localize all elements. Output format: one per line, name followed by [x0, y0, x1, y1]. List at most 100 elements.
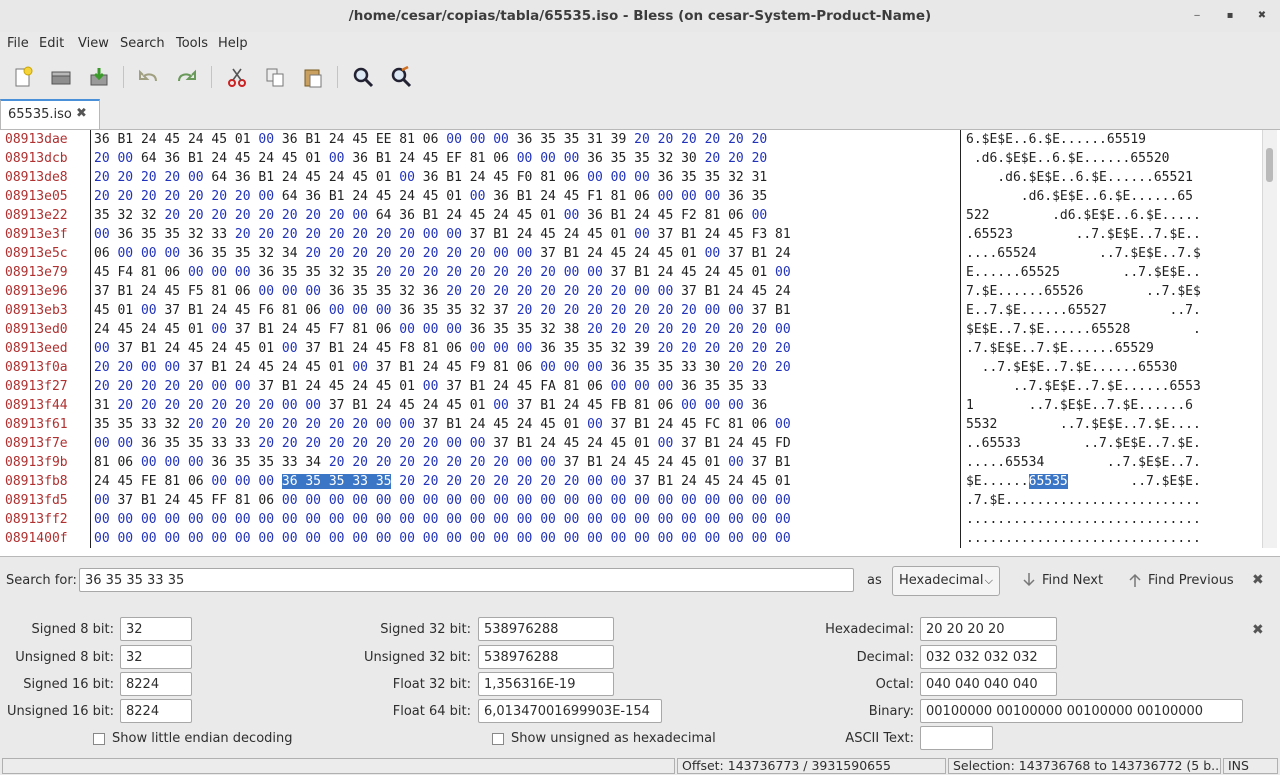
hex-byte[interactable]: FC — [705, 417, 721, 432]
hex-byte[interactable]: B1 — [141, 493, 157, 508]
hex-byte[interactable]: 00 — [775, 417, 791, 432]
hex-byte[interactable]: 20 — [188, 189, 204, 204]
hex-byte[interactable]: 00 — [705, 531, 721, 546]
hex-byte[interactable]: 00 — [705, 189, 721, 204]
float32-field[interactable] — [478, 672, 614, 696]
hex-byte[interactable]: 20 — [188, 208, 204, 223]
hex-byte[interactable]: EF — [446, 151, 462, 166]
hex-byte[interactable]: 00 — [658, 493, 674, 508]
hex-byte[interactable]: 00 — [258, 531, 274, 546]
hex-byte[interactable]: B1 — [634, 265, 650, 280]
hex-byte[interactable]: 06 — [117, 455, 133, 470]
hex-byte[interactable]: 20 — [94, 379, 110, 394]
hex-byte[interactable]: 36 — [281, 474, 298, 489]
hex-row[interactable]: 00 36 35 35 32 33 20 20 20 20 20 20 20 2… — [94, 225, 791, 244]
hex-byte[interactable]: 06 — [517, 360, 533, 375]
hex-byte[interactable]: 00 — [587, 170, 603, 185]
hex-byte[interactable]: 24 — [235, 360, 251, 375]
hex-byte[interactable]: 00 — [658, 284, 674, 299]
hex-byte[interactable]: 24 — [352, 189, 368, 204]
hex-byte[interactable]: 00 — [728, 512, 744, 527]
hex-byte[interactable]: 36 — [188, 246, 204, 261]
hex-byte[interactable]: 24 — [211, 151, 227, 166]
hex-byte[interactable]: 20 — [329, 227, 345, 242]
hex-byte[interactable]: 00 — [587, 474, 603, 489]
hex-byte[interactable]: 20 — [117, 398, 133, 413]
hex-byte[interactable]: 06 — [423, 132, 439, 147]
hex-byte[interactable]: 00 — [164, 512, 180, 527]
ascii-row[interactable]: 6.$E$E..6.$E......65519 — [966, 130, 1201, 149]
hex-byte[interactable]: 45 — [446, 398, 462, 413]
hex-byte[interactable]: 35 — [658, 360, 674, 375]
hex-byte[interactable]: 00 — [775, 531, 791, 546]
hex-row[interactable]: 36 B1 24 45 24 45 01 00 36 B1 24 45 EE 8… — [94, 130, 791, 149]
hex-byte[interactable]: B1 — [564, 246, 580, 261]
hex-byte[interactable]: 00 — [634, 170, 650, 185]
hex-byte[interactable]: 20 — [587, 322, 603, 337]
hex-byte[interactable]: 64 — [282, 189, 298, 204]
hex-byte[interactable]: 35 — [211, 246, 227, 261]
hex-byte[interactable]: 00 — [446, 512, 462, 527]
hex-byte[interactable]: B1 — [376, 151, 392, 166]
hex-byte[interactable]: 45 — [752, 284, 768, 299]
hex-byte[interactable]: 24 — [517, 227, 533, 242]
hex-byte[interactable]: 00 — [540, 151, 556, 166]
hex-byte[interactable]: 81 — [423, 341, 439, 356]
hex-byte[interactable]: 20 — [587, 303, 603, 318]
hex-byte[interactable]: EE — [376, 132, 392, 147]
hex-byte[interactable]: 00 — [141, 360, 157, 375]
hex-byte[interactable]: 35 — [164, 227, 180, 242]
hex-byte[interactable]: 00 — [352, 531, 368, 546]
hex-column[interactable]: 36 B1 24 45 24 45 01 00 36 B1 24 45 EE 8… — [94, 130, 791, 548]
hex-byte[interactable]: 32 — [399, 284, 415, 299]
hex-byte[interactable]: 00 — [305, 284, 321, 299]
hex-byte[interactable]: 20 — [282, 208, 298, 223]
hex-byte[interactable]: 06 — [752, 417, 768, 432]
hex-byte[interactable]: 00 — [658, 531, 674, 546]
hex-byte[interactable]: 20 — [235, 208, 251, 223]
find-next-button[interactable]: Find Next — [1020, 572, 1103, 588]
hex-byte[interactable]: 00 — [117, 531, 133, 546]
hex-byte[interactable]: 00 — [235, 474, 251, 489]
hex-byte[interactable]: 00 — [164, 360, 180, 375]
hex-row[interactable]: 24 45 24 45 01 00 37 B1 24 45 F7 81 06 0… — [94, 320, 791, 339]
hex-byte[interactable]: 20 — [188, 379, 204, 394]
hex-byte[interactable]: 37 — [94, 284, 110, 299]
hex-byte[interactable]: B1 — [423, 208, 439, 223]
hex-byte[interactable]: 20 — [188, 417, 204, 432]
hex-byte[interactable]: B1 — [329, 341, 345, 356]
hex-byte[interactable]: 20 — [282, 227, 298, 242]
hex-byte[interactable]: 37 — [540, 246, 556, 261]
hex-byte[interactable]: 35 — [141, 227, 157, 242]
hex-byte[interactable]: 20 — [141, 398, 157, 413]
hex-byte[interactable]: F6 — [258, 303, 274, 318]
hex-byte[interactable]: 20 — [705, 322, 721, 337]
hex-byte[interactable]: 00 — [117, 246, 133, 261]
hex-byte[interactable]: 00 — [282, 493, 298, 508]
hex-byte[interactable]: 00 — [188, 531, 204, 546]
hex-byte[interactable]: 35 — [634, 151, 650, 166]
hex-byte[interactable]: 24 — [352, 379, 368, 394]
hex-byte[interactable]: 20 — [258, 398, 274, 413]
ascii-row[interactable]: .d6.$E$E..6.$E......65520 — [966, 149, 1201, 168]
hex-byte[interactable]: B1 — [587, 455, 603, 470]
hex-byte[interactable]: 20 — [305, 417, 321, 432]
hex-byte[interactable]: 00 — [164, 531, 180, 546]
hex-byte[interactable]: 20 — [94, 360, 110, 375]
hex-byte[interactable]: 01 — [446, 189, 462, 204]
hex-byte[interactable]: 00 — [282, 531, 298, 546]
hex-byte[interactable]: 36 — [399, 303, 415, 318]
hex-byte[interactable]: 00 — [470, 341, 486, 356]
hex-byte[interactable]: 20 — [352, 246, 368, 261]
hex-byte[interactable]: 20 — [258, 436, 274, 451]
hex-byte[interactable]: 45 — [493, 170, 509, 185]
hex-byte[interactable]: 00 — [681, 493, 697, 508]
hex-byte[interactable]: 34 — [305, 455, 321, 470]
hex-row[interactable]: 81 06 00 00 00 36 35 35 33 34 20 20 20 2… — [94, 453, 791, 472]
hex-byte[interactable]: 20 — [94, 151, 110, 166]
hex-byte[interactable]: 20 — [305, 246, 321, 261]
hex-byte[interactable]: 37 — [470, 227, 486, 242]
hex-byte[interactable]: 35 — [705, 379, 721, 394]
hex-byte[interactable]: 00 — [141, 455, 157, 470]
hex-byte[interactable]: 00 — [423, 227, 439, 242]
